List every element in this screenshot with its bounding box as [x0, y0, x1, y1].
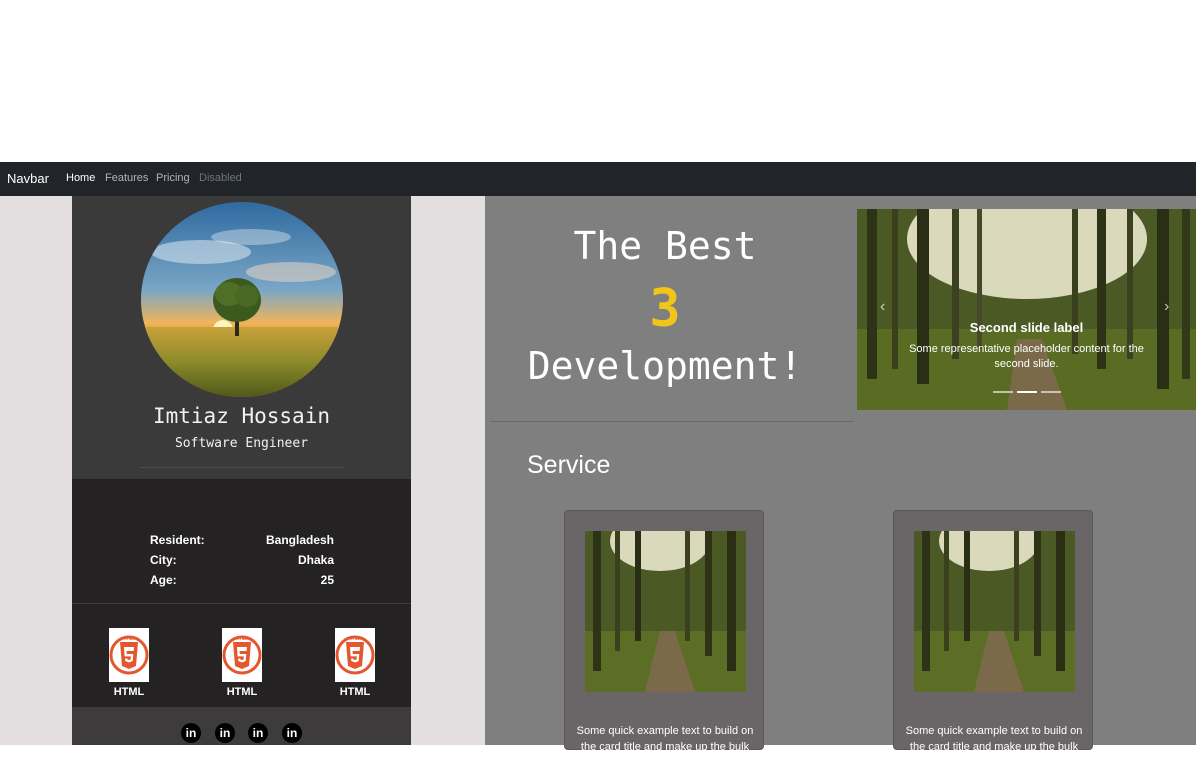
profile-name: Imtiaz Hossain — [152, 404, 330, 428]
svg-text:HTML: HTML — [349, 636, 361, 641]
divider — [140, 467, 344, 468]
hero-heading-number: 3 — [649, 279, 681, 339]
html5-icon: HTML — [222, 628, 262, 682]
skill-label: HTML — [226, 686, 258, 698]
info-label-age: Age: — [150, 573, 177, 587]
profile-title: Software Engineer — [174, 436, 309, 451]
card-text: Some quick example text to build on the … — [905, 725, 1083, 769]
html5-icon: HTML — [335, 628, 375, 682]
svg-text:HTML: HTML — [236, 636, 248, 641]
navbar-brand[interactable]: Navbar — [7, 171, 49, 186]
info-value-city: Dhaka — [297, 553, 334, 567]
info-label-city: City: — [150, 553, 177, 567]
social-panel — [72, 707, 411, 745]
info-label-resident: Resident: — [150, 533, 205, 547]
html5-icon: HTML — [109, 628, 149, 682]
carousel-indicator[interactable] — [1041, 391, 1061, 393]
nav-link-disabled: Disabled — [199, 172, 242, 184]
service-card: Some quick example text to build on the … — [893, 510, 1093, 769]
linkedin-icon[interactable]: in — [248, 723, 268, 743]
divider — [490, 421, 854, 422]
carousel-indicator-active[interactable] — [1017, 391, 1037, 393]
carousel-caption-text: Some representative placeholder content … — [909, 343, 1144, 370]
card-image — [585, 531, 746, 692]
linkedin-icon[interactable]: in — [181, 723, 201, 743]
linkedin-icon[interactable]: in — [282, 723, 302, 743]
svg-text:HTML: HTML — [123, 636, 135, 641]
skill-label: HTML — [113, 686, 145, 698]
carousel[interactable] — [857, 209, 1196, 410]
service-card: Some quick example text to build on the … — [564, 510, 764, 769]
info-value-resident: Bangladesh — [265, 533, 334, 547]
carousel-indicator[interactable] — [993, 391, 1013, 393]
hero-heading-line1: The Best — [573, 224, 757, 268]
linkedin-icon[interactable]: in — [215, 723, 235, 743]
card-image — [914, 531, 1075, 692]
carousel-caption-title: Second slide label — [969, 320, 1084, 335]
info-value-age: 25 — [320, 573, 334, 587]
hero-heading-line3: Development! — [527, 344, 803, 388]
section-title-service: Service — [527, 451, 611, 479]
avatar — [141, 202, 343, 397]
carousel-next-icon[interactable]: › — [1164, 298, 1169, 316]
skill-label: HTML — [339, 686, 371, 698]
nav-link-features[interactable]: Features — [105, 172, 148, 184]
nav-link-pricing[interactable]: Pricing — [156, 172, 190, 184]
nav-link-home[interactable]: Home — [66, 172, 95, 184]
card-text: Some quick example text to build on the … — [576, 725, 754, 769]
carousel-prev-icon[interactable]: ‹ — [880, 298, 885, 316]
